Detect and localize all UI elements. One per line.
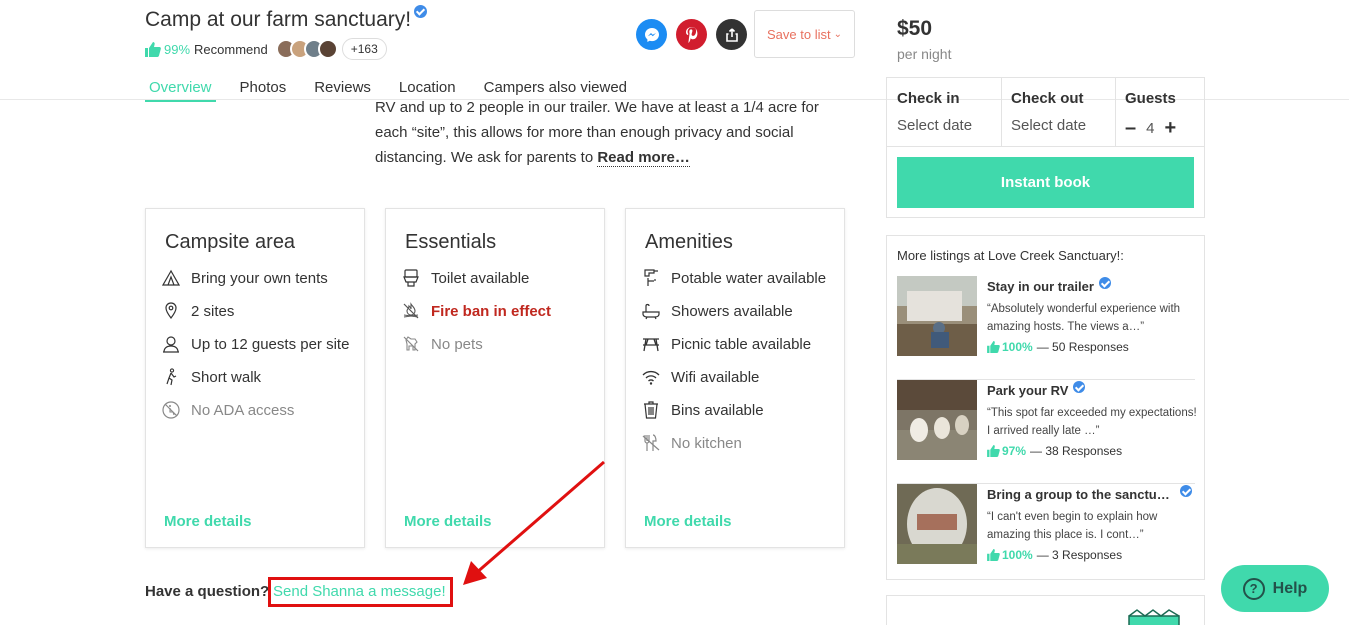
listing-card[interactable]: Stay in our trailer “Absolutely wonderfu… [897, 276, 1195, 380]
water-tap-icon [642, 269, 660, 287]
help-icon: ? [1242, 577, 1265, 600]
amenities-card: Amenities Potable water available Shower… [625, 208, 845, 548]
bin-icon [642, 401, 660, 419]
card-title: Amenities [645, 231, 733, 253]
verified-icon [1179, 485, 1192, 497]
campsite-more-details-link[interactable]: More details [164, 513, 252, 530]
check-out-label: Check out [1011, 90, 1084, 107]
list-item: Wifi available [642, 368, 759, 386]
listing-rating: 97% — 38 Responses [987, 444, 1122, 458]
guests-field: Guests – 4 + [1115, 78, 1205, 147]
recommend-label: Recommend [194, 41, 268, 57]
wifi-icon [642, 368, 660, 386]
share-button[interactable] [716, 19, 747, 50]
send-message-link[interactable]: Send Shanna a message! [268, 577, 453, 607]
listing-quote: “This spot far exceeded my expectations!… [987, 407, 1197, 437]
more-listings-title: More listings at Love Creek Sanctuary!: [897, 248, 1124, 263]
list-item: Showers available [642, 302, 793, 320]
listing-rating: 100% — 50 Responses [987, 340, 1129, 354]
listing-card[interactable]: Park your RV “This spot far exceeded my … [897, 380, 1197, 484]
thumbs-up-icon [145, 41, 161, 57]
instant-book-button[interactable]: Instant book [897, 157, 1194, 208]
list-item: 2 sites [162, 302, 234, 320]
avatar [317, 39, 338, 59]
messenger-icon [644, 27, 659, 42]
list-item: Picnic table available [642, 335, 811, 353]
read-more-link[interactable]: Read more… [597, 149, 690, 167]
listing-title: Park your RV [987, 381, 1086, 398]
list-item: No ADA access [162, 401, 294, 419]
location-pin-icon [162, 302, 180, 320]
annotation-arrow [463, 460, 605, 585]
verified-icon [1073, 381, 1086, 393]
check-out-value: Select date [1011, 117, 1087, 134]
recommend-percent: 99% [164, 41, 191, 57]
thumbs-up-icon [987, 341, 1000, 353]
shower-icon [642, 302, 660, 320]
listing-photo [897, 380, 977, 460]
list-item: Toilet available [402, 269, 529, 287]
save-to-list-button[interactable]: Save to list ⌄ [754, 10, 855, 58]
check-in-value: Select date [897, 117, 973, 134]
no-ada-icon [162, 401, 180, 419]
list-item: Short walk [162, 368, 261, 386]
listing-title: Camp at our farm sanctuary! [145, 5, 428, 32]
guests-label: Guests [1125, 90, 1176, 107]
description: RV and up to 2 people in our trailer. We… [375, 99, 819, 167]
more-listings-panel: More listings at Love Creek Sanctuary!: … [886, 235, 1205, 580]
pinterest-icon [685, 26, 697, 43]
listing-card[interactable]: Bring a group to the sanctu… “I can't ev… [897, 484, 1195, 576]
help-button[interactable]: ? Help [1221, 565, 1329, 612]
list-item: No kitchen [642, 434, 742, 452]
list-item: Fire ban in effect [402, 302, 551, 320]
listing-photo [897, 276, 977, 356]
listing-quote: “I can't even begin to explain how amazi… [987, 511, 1158, 541]
no-kitchen-icon [642, 434, 660, 452]
check-in-field[interactable]: Check in Select date [887, 78, 1002, 147]
guests-increment-button[interactable]: + [1164, 117, 1176, 140]
have-a-question-label: Have a question? [145, 583, 270, 600]
guests-icon [162, 335, 180, 353]
price: $50 [897, 17, 933, 40]
picnic-table-icon [642, 335, 660, 353]
recommend-row: 99% Recommend +163 [145, 38, 387, 60]
list-item: Bring your own tents [162, 269, 328, 287]
illustration [1128, 609, 1180, 625]
card-title: Campsite area [165, 231, 296, 253]
share-icon [725, 27, 738, 42]
no-pets-icon [402, 335, 420, 353]
campsite-area-card: Campsite area Bring your own tents 2 sit… [145, 208, 365, 548]
chevron-down-icon: ⌄ [833, 28, 842, 40]
messenger-button[interactable] [636, 19, 667, 50]
listing-rating: 100% — 3 Responses [987, 548, 1122, 562]
listing-title: Stay in our trailer [987, 277, 1111, 294]
tent-icon [162, 269, 180, 287]
list-item: No pets [402, 335, 483, 353]
verified-icon [1098, 277, 1111, 289]
verified-icon [414, 5, 428, 18]
avatar-count[interactable]: +163 [341, 38, 387, 60]
next-panel [886, 595, 1205, 625]
amenities-more-details-link[interactable]: More details [644, 513, 732, 530]
guests-count: 4 [1146, 120, 1155, 137]
avatar-stack[interactable] [275, 39, 338, 59]
hiker-icon [162, 368, 180, 386]
guests-decrement-button[interactable]: – [1125, 117, 1136, 140]
list-item: Up to 12 guests per site [162, 335, 349, 353]
list-item: Bins available [642, 401, 764, 419]
toilet-icon [402, 269, 420, 287]
listing-quote: “Absolutely wonderful experience with am… [987, 303, 1181, 333]
thumbs-up-icon [987, 549, 1000, 561]
list-item: Potable water available [642, 269, 826, 287]
pinterest-button[interactable] [676, 19, 707, 50]
listing-title: Bring a group to the sanctu… [987, 485, 1192, 502]
check-in-label: Check in [897, 90, 960, 107]
check-out-field[interactable]: Check out Select date [1001, 78, 1116, 147]
price-unit: per night [897, 46, 952, 62]
listing-photo [897, 484, 977, 564]
card-title: Essentials [405, 231, 497, 253]
booking-widget: Check in Select date Check out Select da… [886, 77, 1205, 218]
fire-ban-icon [402, 302, 420, 320]
thumbs-up-icon [987, 445, 1000, 457]
